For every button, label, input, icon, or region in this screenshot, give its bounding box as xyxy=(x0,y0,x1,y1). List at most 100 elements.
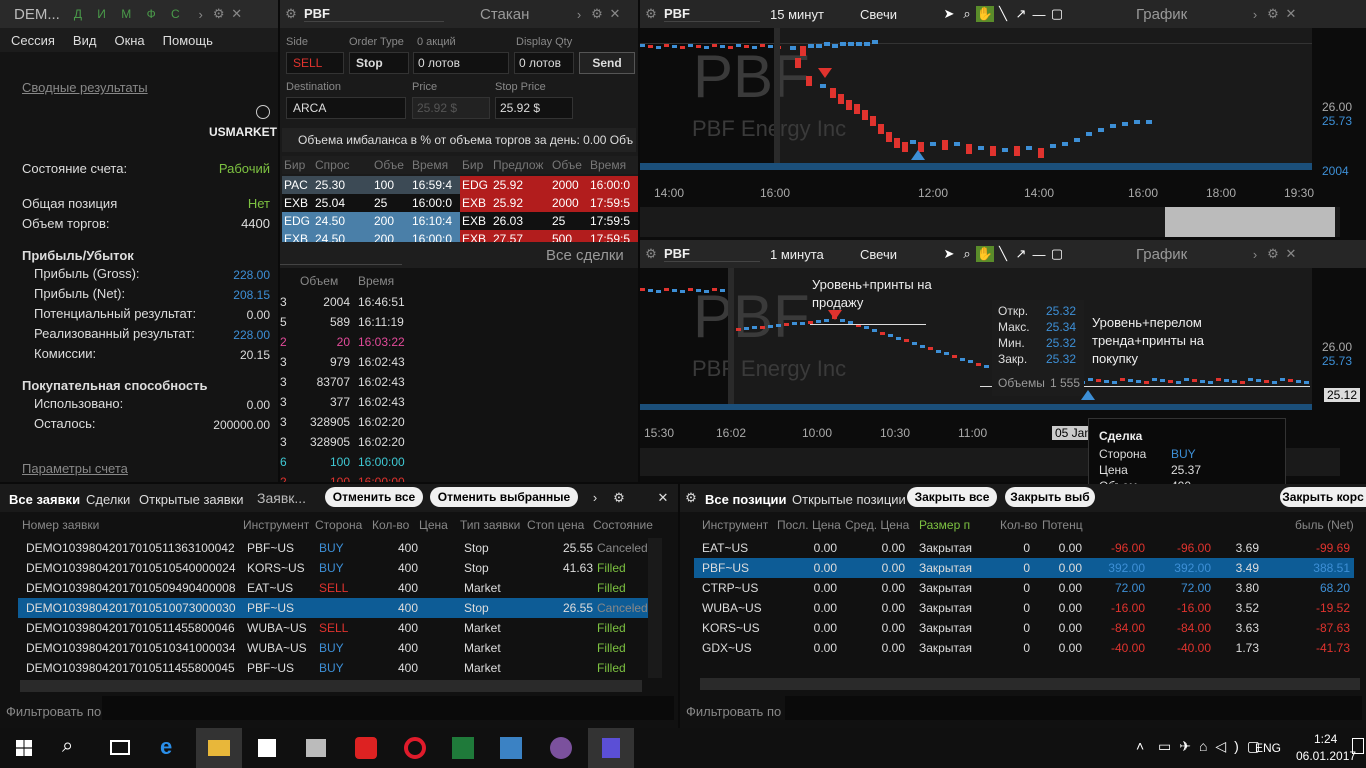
zoom-icon[interactable]: ⌕ xyxy=(958,246,976,262)
cursor-icon[interactable]: ➤ xyxy=(940,246,958,262)
line-tool-icon[interactable]: ╲ xyxy=(994,6,1012,22)
chevron-icon[interactable]: › xyxy=(570,7,588,22)
close-icon[interactable]: ✕ xyxy=(228,6,246,22)
orders-header-cell[interactable]: Сторона xyxy=(315,518,371,532)
chevron-icon[interactable]: › xyxy=(192,7,210,22)
close-icon[interactable]: ✕ xyxy=(654,490,672,506)
position-row[interactable]: KORS~US 0.00 0.00 Закрытая 0 0.00 -84.00 -84.00… xyxy=(694,618,1354,638)
hand-icon[interactable]: ✋ xyxy=(976,246,994,262)
excel-icon[interactable] xyxy=(452,737,474,759)
people-app-icon[interactable] xyxy=(500,737,522,759)
chart-symbol[interactable]: PBF xyxy=(664,6,760,22)
rect-tool-icon[interactable]: ▢ xyxy=(1048,6,1066,22)
gear-icon[interactable]: ⚙ xyxy=(210,6,228,22)
navigator[interactable] xyxy=(640,207,1340,237)
chart-symbol[interactable]: PBF xyxy=(664,246,760,262)
position-row[interactable]: CTRP~US 0.00 0.00 Закрытая 0 0.00 72.00 72.00 3.… xyxy=(694,578,1354,598)
chevron-icon[interactable]: › xyxy=(1246,7,1264,22)
chart-type[interactable]: Свечи xyxy=(860,7,940,22)
tab-orders-more[interactable]: Заявк... xyxy=(257,490,306,506)
lots-input[interactable]: 0 лотов xyxy=(413,52,509,74)
chevron-icon[interactable]: › xyxy=(1246,247,1264,262)
ask-row[interactable]: EXB 26.03 25 17:59:5 xyxy=(460,212,638,230)
ask-row[interactable]: EXB 25.92 2000 17:59:5 xyxy=(460,194,638,212)
menu-help[interactable]: Помощь xyxy=(163,33,213,48)
app-grid-icon[interactable] xyxy=(306,739,326,757)
cancel-selected-button[interactable]: Отменить выбранные xyxy=(430,487,578,507)
orders-header-cell[interactable]: Тип заявки xyxy=(460,518,526,532)
orders-header-cell[interactable]: Инструмент xyxy=(243,518,313,532)
gear-icon[interactable]: ⚙ xyxy=(682,490,700,506)
cancel-all-button[interactable]: Отменить все xyxy=(325,487,423,507)
tab-trades[interactable]: Сделки xyxy=(86,492,130,507)
positions-header-cell[interactable]: Кол-во xyxy=(1000,518,1040,532)
gear-icon[interactable]: ⚙ xyxy=(610,490,628,506)
orders-header-cell[interactable]: Кол-во xyxy=(372,518,418,532)
order-row[interactable]: DEMO10398042017010510073000030 PBF~US 400 S… xyxy=(18,598,648,618)
store-icon[interactable] xyxy=(258,739,276,757)
cursor-icon[interactable]: ➤ xyxy=(940,6,958,22)
chart-type[interactable]: Свечи xyxy=(860,247,940,262)
chart-interval[interactable]: 15 минут xyxy=(770,7,850,22)
price-input[interactable]: 25.92 $ xyxy=(412,97,490,119)
display-lots-input[interactable]: 0 лотов xyxy=(514,52,574,74)
zoom-icon[interactable]: ⌕ xyxy=(958,6,976,22)
navigator-window[interactable] xyxy=(1165,207,1335,237)
menu-windows[interactable]: Окна xyxy=(114,33,144,48)
gear-icon[interactable]: ⚙ xyxy=(1264,6,1282,22)
language-indicator[interactable]: ENG xyxy=(1255,741,1281,755)
close-icon[interactable]: ✕ xyxy=(1282,246,1300,262)
stop-price-input[interactable]: 25.92 $ xyxy=(495,97,573,119)
arrow-tool-icon[interactable]: ↗ xyxy=(1012,6,1030,22)
bid-row[interactable]: EDG 24.50 200 16:10:4 xyxy=(282,212,460,230)
close-icon[interactable]: ✕ xyxy=(606,6,624,22)
positions-header-cell[interactable]: Потенц xyxy=(1042,518,1092,532)
order-row[interactable]: DEMO10398042017010511455800046 WUBA~US SEL… xyxy=(18,618,648,638)
orders-header-cell[interactable]: Состояние xyxy=(593,518,653,532)
orders-scrollbar[interactable] xyxy=(648,538,662,678)
orders-header-cell[interactable]: Стоп цена xyxy=(527,518,593,532)
order-row[interactable]: DEMO10398042017010510540000024 KORS~US BUY… xyxy=(18,558,648,578)
chevron-icon[interactable]: › xyxy=(586,490,604,505)
trading-app-icon[interactable] xyxy=(588,728,634,768)
destination-select[interactable]: ARCA xyxy=(286,97,406,119)
positions-header-cell[interactable]: Размер п xyxy=(919,518,989,532)
menu-view[interactable]: Вид xyxy=(73,33,97,48)
send-button[interactable]: Send xyxy=(579,52,635,74)
position-row[interactable]: PBF~US 0.00 0.00 Закрытая 0 0.00 392.00 392.00 3… xyxy=(694,558,1354,578)
summary-link[interactable]: Сводные результаты xyxy=(22,80,148,95)
viber-icon[interactable] xyxy=(550,737,572,759)
positions-header-cell[interactable]: быль (Net) xyxy=(1295,518,1360,532)
menu-session[interactable]: Сессия xyxy=(11,33,55,48)
hand-icon[interactable]: ✋ xyxy=(976,6,994,22)
close-short-button[interactable]: Закрыть корс xyxy=(1280,487,1366,507)
order-type-select[interactable]: Stop xyxy=(349,52,409,74)
tray-icons[interactable]: ▭✈⌂◁)▢ xyxy=(1158,738,1268,755)
tray-chevron-icon[interactable]: ˄ xyxy=(1136,738,1144,754)
task-view-icon[interactable] xyxy=(110,740,130,755)
bid-row[interactable]: EXB 24.50 200 16:00:0 xyxy=(282,230,460,242)
close-selected-button[interactable]: Закрыть выб xyxy=(1005,487,1095,507)
windows-start-icon[interactable] xyxy=(16,740,32,756)
arrow-tool-icon[interactable]: ↗ xyxy=(1012,246,1030,262)
ask-row[interactable]: EXB 27.57 500 17:59:5 xyxy=(460,230,638,242)
opera-icon[interactable] xyxy=(404,737,426,759)
bid-row[interactable]: PAC 25.30 100 16:59:4 xyxy=(282,176,460,194)
ask-row[interactable]: EDG 25.92 2000 16:00:0 xyxy=(460,176,638,194)
position-row[interactable]: WUBA~US 0.00 0.00 Закрытая 0 0.00 -16.00 -16.00… xyxy=(694,598,1354,618)
tab-open-orders[interactable]: Открытые заявки xyxy=(139,492,244,507)
tab-open-positions[interactable]: Открытые позиции xyxy=(792,492,906,507)
chart-interval[interactable]: 1 минута xyxy=(770,247,850,262)
orders-hscroll[interactable] xyxy=(20,680,642,692)
hline-tool-icon[interactable]: — xyxy=(1030,247,1048,262)
edge-icon[interactable]: e xyxy=(160,734,172,760)
positions-header-cell[interactable]: Инструмент xyxy=(702,518,782,532)
tab-all-orders[interactable]: Все заявки xyxy=(9,492,80,507)
account-params-link[interactable]: Параметры счета xyxy=(22,461,128,476)
rect-tool-icon[interactable]: ▢ xyxy=(1048,246,1066,262)
positions-header-cell[interactable]: Сред. Цена xyxy=(845,518,915,532)
hline-tool-icon[interactable]: — xyxy=(1030,7,1048,22)
explorer-icon[interactable] xyxy=(196,728,242,768)
bid-row[interactable]: EXB 25.04 25 16:00:0 xyxy=(282,194,460,212)
symbol-selector[interactable]: PBF xyxy=(304,6,444,22)
